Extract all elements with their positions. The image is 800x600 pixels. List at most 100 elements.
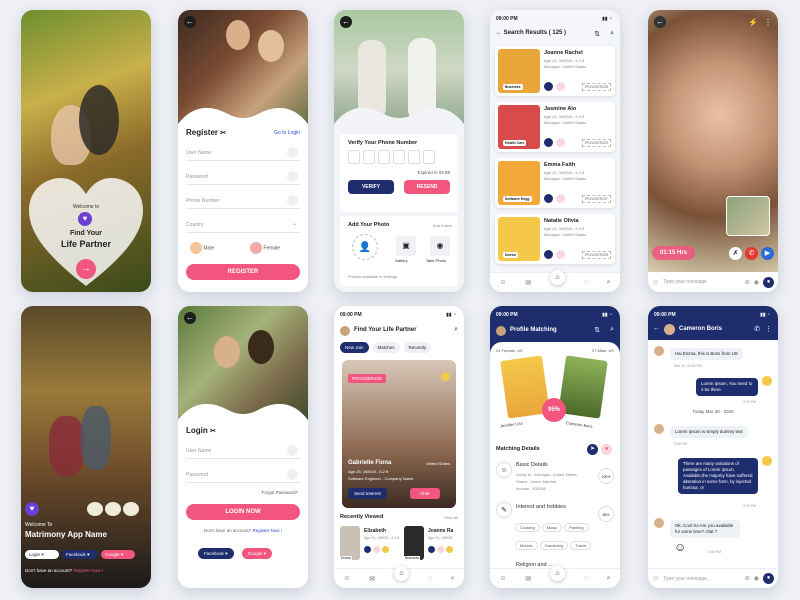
mail-icon[interactable]: ✉	[369, 575, 375, 583]
profile-card[interactable]: PROUSER245 Gabrielle Fiona United States…	[342, 360, 456, 508]
password-field[interactable]: Password	[186, 170, 300, 185]
back-icon[interactable]: ←	[654, 16, 666, 28]
recent-profile[interactable]: Doctor Elizabeth Age 24, 165CM - 5.2 ft	[340, 526, 400, 566]
facebook-button[interactable]: Facebook ♥	[62, 550, 98, 559]
end-call-icon[interactable]: ✆	[745, 247, 758, 260]
star-icon[interactable]	[382, 546, 389, 553]
attach-icon[interactable]: ⊘	[745, 575, 750, 582]
user-avatar[interactable]	[340, 326, 350, 336]
filter-icon[interactable]: ⇅	[594, 326, 600, 334]
otp-box[interactable]	[363, 150, 375, 164]
chat-icon[interactable]: ◌	[584, 575, 588, 582]
mail-icon[interactable]: ✉	[525, 279, 531, 287]
emoji-icon[interactable]: ☺	[652, 575, 659, 582]
send-icon[interactable]	[544, 250, 553, 259]
more-icon[interactable]: ⋮	[764, 18, 772, 27]
register-now-link[interactable]: Register Now !	[252, 528, 282, 533]
filter-icon[interactable]: ⇅	[594, 30, 600, 38]
register-button[interactable]: REGISTER	[186, 264, 300, 280]
profile-icon[interactable]: ☺	[499, 575, 506, 582]
phone-icon[interactable]: ✆	[754, 325, 760, 333]
send-icon[interactable]: ➤	[587, 444, 598, 455]
send-icon[interactable]	[428, 546, 435, 553]
male-option[interactable]: Male	[190, 242, 214, 254]
phone-field[interactable]: Phone Number	[186, 194, 300, 209]
mail-icon[interactable]: ✉	[525, 575, 531, 583]
verify-button[interactable]: VERIFY	[348, 180, 394, 194]
chat-icon[interactable]	[373, 546, 380, 553]
mute-icon[interactable]: ✗	[729, 247, 742, 260]
flash-icon[interactable]: ⚡	[748, 18, 758, 27]
password-field[interactable]: Password	[186, 468, 300, 483]
female-option[interactable]: Female	[250, 242, 280, 254]
chat-icon[interactable]	[556, 82, 565, 91]
facebook-button[interactable]: Facebook ♥	[198, 548, 234, 559]
profile-icon[interactable]: ☺	[499, 279, 506, 286]
attach-icon[interactable]: ⊘	[745, 279, 750, 286]
mic-icon[interactable]: ●	[763, 573, 774, 584]
contact-avatar[interactable]	[664, 324, 675, 335]
next-arrow-button[interactable]: →	[76, 259, 96, 279]
message-input[interactable]: Type your message	[663, 279, 741, 285]
camera-icon[interactable]: ◉	[754, 279, 759, 286]
emoji-icon[interactable]: ☺	[652, 279, 659, 286]
send-icon[interactable]	[544, 82, 553, 91]
gallery-icon[interactable]: ▣	[396, 236, 416, 256]
google-button[interactable]: Google ♥	[101, 550, 135, 559]
self-preview[interactable]	[726, 196, 770, 236]
result-card[interactable]: Health Care Jasmine Alo Age 24, 165CM - 5.…	[495, 102, 615, 152]
back-icon[interactable]: ←	[653, 325, 660, 332]
tab-matches[interactable]: Matches	[372, 342, 400, 353]
send-interest-button[interactable]: Send Interest	[348, 488, 387, 499]
home-icon[interactable]: ⌂	[549, 566, 565, 581]
back-icon[interactable]: ←	[184, 16, 196, 28]
chat-icon[interactable]: ◌	[584, 279, 588, 286]
recent-profile[interactable]: Business Joanne Ra Age 24, 165CM	[404, 526, 464, 566]
camera-icon[interactable]: ◉	[430, 236, 450, 256]
chat-icon[interactable]	[556, 194, 565, 203]
send-icon[interactable]	[544, 138, 553, 147]
go-to-login-link[interactable]: Go to Login	[274, 130, 300, 136]
send-icon[interactable]	[364, 546, 371, 553]
chat-icon[interactable]	[556, 138, 565, 147]
video-toggle-icon[interactable]: ▶	[761, 247, 774, 260]
forgot-password-link[interactable]: Forgot Password?	[261, 490, 298, 495]
more-icon[interactable]: ⋮	[765, 325, 772, 333]
otp-box[interactable]	[378, 150, 390, 164]
result-card[interactable]: Software Engg Emma Faith Age 22, 165CM - 5…	[495, 158, 615, 208]
profile-icon[interactable]: ☺	[343, 575, 350, 582]
chat-icon[interactable]	[437, 546, 444, 553]
country-select[interactable]: Country ⌄	[186, 218, 300, 233]
google-button[interactable]: Google ♥	[241, 548, 273, 559]
back-icon[interactable]: ←	[184, 312, 196, 324]
user-avatar[interactable]	[496, 326, 506, 336]
user-name-field[interactable]: User Name	[186, 146, 300, 161]
home-icon[interactable]: ⌂	[393, 566, 409, 581]
send-icon[interactable]	[544, 194, 553, 203]
register-now-link[interactable]: Register Now !	[73, 568, 103, 573]
tab-new-join[interactable]: New Join	[340, 342, 369, 353]
camera-icon[interactable]: ◉	[754, 575, 759, 582]
user-name-field[interactable]: User Name	[186, 444, 300, 459]
chat-icon[interactable]	[556, 250, 565, 259]
resend-button[interactable]: RESEND	[404, 180, 450, 194]
login-button[interactable]: Login ♥	[25, 550, 59, 559]
star-icon[interactable]	[446, 546, 453, 553]
search-icon[interactable]: ⌕	[610, 30, 614, 38]
otp-box[interactable]	[393, 150, 405, 164]
result-card[interactable]: Doctor Natalie Olivia Age 24, 165CM - 5.4 …	[495, 214, 615, 264]
otp-box[interactable]	[348, 150, 360, 164]
result-card[interactable]: Business Joanne Rachel Age 24, 165CM - 5.2…	[495, 46, 615, 96]
tab-recently[interactable]: Recently	[403, 342, 432, 353]
photo-placeholder-icon[interactable]: 👤	[352, 234, 378, 260]
login-button[interactable]: LOGIN NOW	[186, 504, 300, 520]
search-icon[interactable]: ⌕	[454, 326, 458, 334]
star-icon[interactable]	[441, 372, 450, 381]
search-nav-icon[interactable]: ⌕	[607, 575, 611, 583]
search-nav-icon[interactable]: ⌕	[451, 575, 455, 583]
search-nav-icon[interactable]: ⌕	[607, 279, 611, 287]
back-icon[interactable]: ←	[340, 16, 352, 28]
chat-icon[interactable]: ◌	[428, 575, 432, 582]
mic-icon[interactable]: ●	[763, 276, 774, 288]
back-icon[interactable]: ←	[496, 30, 502, 36]
